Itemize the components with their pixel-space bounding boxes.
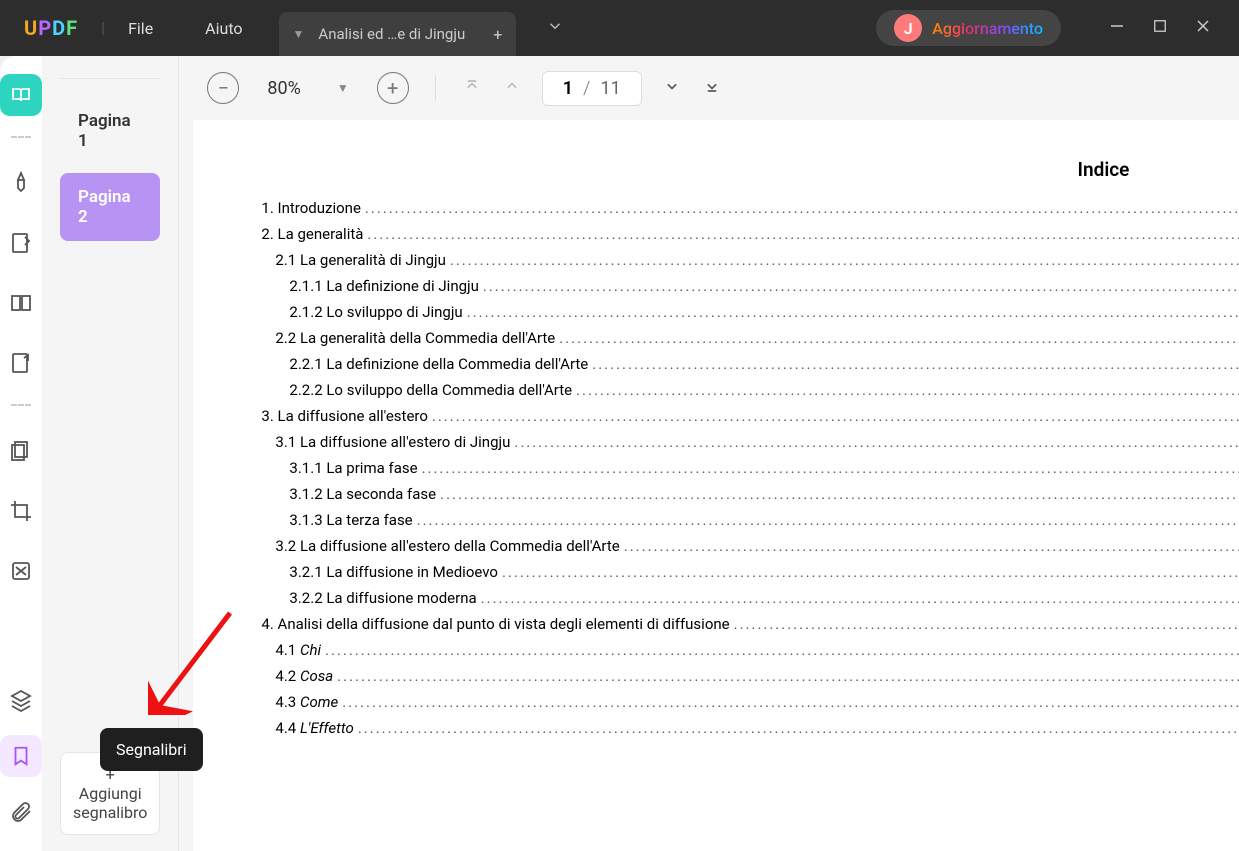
toc-line: 3.1.1 La prima fase ....................… — [261, 459, 1239, 477]
zoom-dropdown-icon[interactable]: ▼ — [329, 81, 357, 95]
user-avatar: J — [894, 14, 922, 42]
page-current: 1 — [563, 78, 573, 99]
organize-pages-tool[interactable] — [0, 430, 42, 472]
upgrade-label: Aggiornamento — [932, 19, 1043, 38]
tab-close-icon[interactable]: + — [479, 15, 516, 54]
toc-line: 1. Introduzione ........................… — [261, 199, 1239, 217]
left-toolbar: Segnalibri — [0, 56, 42, 851]
toc-line: 3. La diffusione all'estero ............… — [261, 407, 1239, 425]
toc-line: 4.2 Cosa................................… — [261, 667, 1239, 685]
toc-line: 3.2.1 La diffusione in Medioevo ........… — [261, 563, 1239, 581]
document-area: − 80% ▼ + 1 / 11 Indice 1. Introduzione … — [179, 56, 1239, 851]
edit-tool[interactable] — [0, 222, 42, 264]
bookmark-item[interactable]: Pagina 1 — [60, 97, 160, 165]
next-page-icon[interactable] — [662, 76, 682, 100]
window-close-icon[interactable] — [1195, 18, 1211, 38]
toc-line: 2.2 La generalità della Commedia dell'Ar… — [261, 329, 1239, 347]
redact-tool[interactable] — [0, 550, 42, 592]
page-compare-tool[interactable] — [0, 282, 42, 324]
bookmarks-tooltip: Segnalibri — [100, 728, 203, 771]
first-page-icon[interactable] — [462, 76, 482, 100]
toc-line: 4.4 L'Effetto...........................… — [261, 719, 1239, 737]
toc-line: 3.1 La diffusione all'estero di Jingju .… — [261, 433, 1239, 451]
reader-tool[interactable] — [0, 74, 42, 116]
toc-line: 2.2.1 La definizione della Commedia dell… — [261, 355, 1239, 373]
layers-tool[interactable] — [0, 679, 42, 721]
last-page-icon[interactable] — [702, 76, 722, 100]
page-total: 11 — [600, 78, 620, 99]
tab-title: Analisi ed …e di Jingju — [318, 25, 479, 43]
prev-page-icon[interactable] — [502, 76, 522, 100]
page-indicator[interactable]: 1 / 11 — [542, 71, 642, 106]
zoom-out-button[interactable]: − — [207, 72, 239, 104]
toc-line: 4.1 Chi.................................… — [261, 641, 1239, 659]
upgrade-button[interactable]: J Aggiornamento — [876, 10, 1061, 46]
highlight-tool[interactable] — [0, 162, 42, 204]
toc-line: 2.1.1 La definizione di Jingju .........… — [261, 277, 1239, 295]
tabs-overflow-icon[interactable] — [536, 7, 574, 49]
crop-tool[interactable] — [0, 490, 42, 532]
window-minimize-icon[interactable] — [1109, 18, 1125, 38]
titlebar: UPDF | File Aiuto ▼ Analisi ed …e di Jin… — [0, 0, 1239, 56]
bookmarks-tool[interactable] — [0, 735, 42, 777]
zoom-level[interactable]: 80% — [259, 78, 308, 99]
zoom-in-button[interactable]: + — [377, 72, 409, 104]
document-tab[interactable]: ▼ Analisi ed …e di Jingju + — [279, 12, 517, 56]
toc-line: 3.1.2 La seconda fase ..................… — [261, 485, 1239, 503]
toc-line: 4. Analisi della diffusione dal punto di… — [261, 615, 1239, 633]
toc-line: 4.3 Come................................… — [261, 693, 1239, 711]
toc-line: 2.2.2 Lo sviluppo della Commedia dell'Ar… — [261, 381, 1239, 399]
pdf-page[interactable]: Indice 1. Introduzione .................… — [193, 120, 1239, 851]
window-maximize-icon[interactable] — [1153, 18, 1167, 38]
toc-line: 3.2.2 La diffusione moderna ............… — [261, 589, 1239, 607]
app-logo: UPDF — [0, 16, 101, 40]
document-toolbar: − 80% ▼ + 1 / 11 — [179, 56, 1239, 120]
toc-line: 3.1.3 La terza fase ....................… — [261, 511, 1239, 529]
form-tool[interactable] — [0, 342, 42, 384]
toc-line: 2.1.2 Lo sviluppo di Jingju ............… — [261, 303, 1239, 321]
doc-heading: Indice — [261, 158, 1239, 181]
toc-line: 2.1 La generalità di Jingju ............… — [261, 251, 1239, 269]
toc-line: 3.2 La diffusione all'estero della Comme… — [261, 537, 1239, 555]
bookmark-item[interactable]: Pagina 2 — [60, 173, 160, 241]
attachments-tool[interactable] — [0, 791, 42, 833]
toc-line: 2. La generalità .......................… — [261, 225, 1239, 243]
menu-file[interactable]: File — [102, 19, 179, 38]
tab-dropdown-icon[interactable]: ▼ — [279, 17, 319, 51]
menu-help[interactable]: Aiuto — [179, 19, 268, 38]
